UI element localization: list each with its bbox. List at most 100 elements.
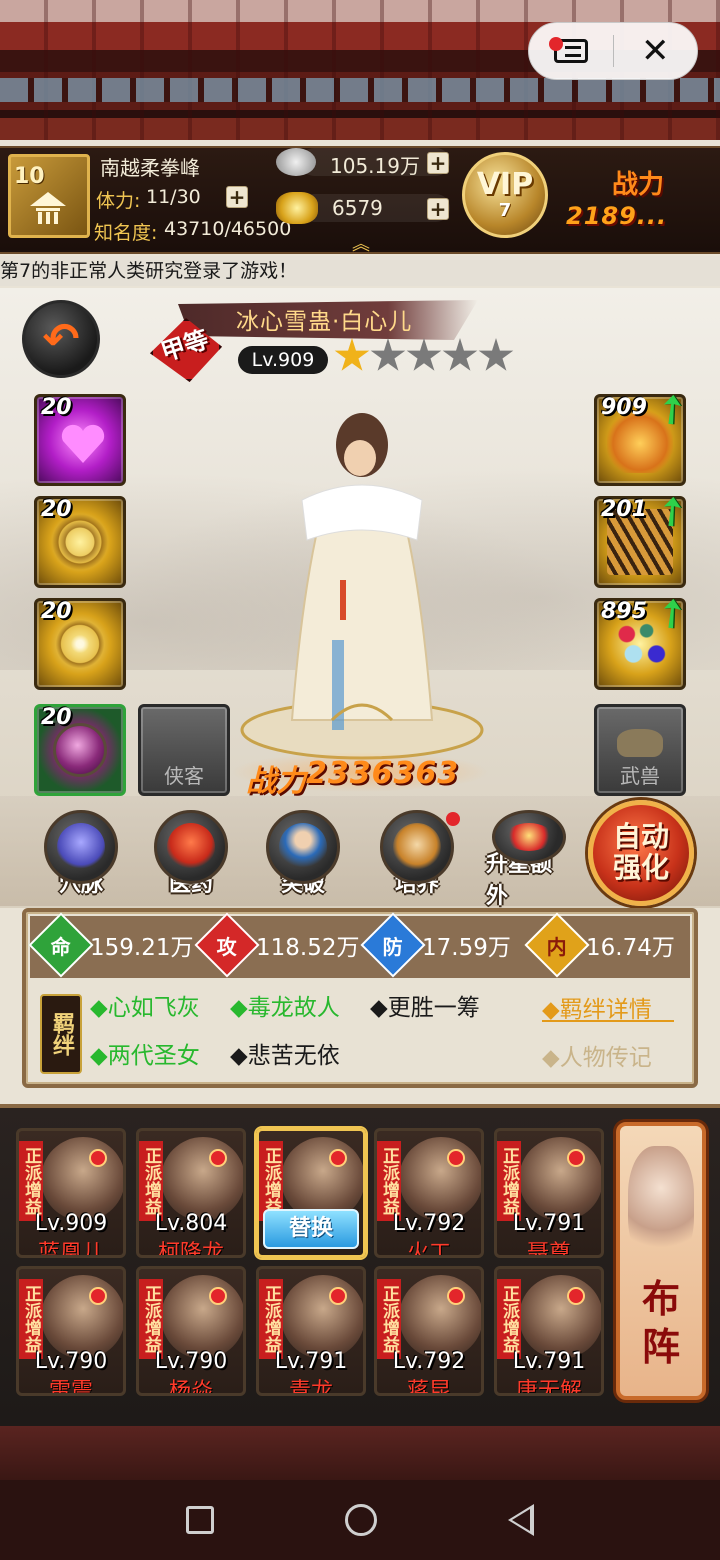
- chevron-up-icon[interactable]: ︽: [352, 230, 370, 256]
- defense-value: 17.59万: [422, 935, 511, 961]
- skill-level: 20: [41, 497, 72, 522]
- system-broadcast: 第7的非正常人类研究登录了游戏！: [0, 256, 720, 286]
- bond-item: ◆两代圣女: [90, 1043, 200, 1069]
- faction-tag: 正派增益: [497, 1279, 521, 1359]
- item-level: 20: [41, 705, 72, 730]
- hero-portrait: [41, 1275, 123, 1359]
- bond-item: ◆心如飞灰: [90, 995, 200, 1021]
- roster-card[interactable]: 正派增益 Lv.792 火工: [374, 1128, 484, 1258]
- beast-slot-empty[interactable]: 武兽: [594, 704, 686, 796]
- player-name: 南越柔拳峰: [100, 156, 200, 180]
- hero-portrait: [161, 1137, 243, 1221]
- swap-button[interactable]: 替换: [263, 1209, 359, 1249]
- equip-slot-3[interactable]: 895 ➚: [594, 585, 699, 690]
- skill-slot-2[interactable]: 20: [34, 496, 126, 588]
- star-up-icon: [492, 810, 566, 864]
- breakthrough-button[interactable]: 突破: [260, 810, 346, 910]
- roster-card[interactable]: 正派增益 Lv.909 蓝凰儿: [16, 1128, 126, 1258]
- vip-level: 7: [498, 199, 512, 221]
- item-level: 909: [601, 395, 647, 420]
- system-nav-bar: [0, 1480, 720, 1560]
- star-up-button[interactable]: 升星额外: [486, 810, 572, 910]
- hero-character: [240, 413, 484, 760]
- roster-level: Lv.791: [512, 1211, 586, 1236]
- player-level: 10: [14, 164, 45, 189]
- equip-slot-orb[interactable]: 20: [34, 704, 126, 796]
- roster-name: 柯降龙: [157, 1241, 224, 1258]
- notification-dot: [446, 812, 460, 826]
- faction-tag: 正派增益: [139, 1279, 163, 1359]
- power-label-top: 战力: [612, 170, 665, 200]
- gold-amount: 6579: [332, 196, 383, 220]
- bottom-decoration: [0, 1426, 720, 1480]
- close-icon: ✕: [641, 31, 670, 71]
- fame-label: 知名度:: [94, 222, 158, 244]
- meridian-icon: [44, 810, 118, 884]
- star-empty-icon: [406, 338, 442, 371]
- return-arrow-icon: ↶: [42, 313, 80, 365]
- hp-icon: 命: [28, 912, 94, 978]
- roster-card[interactable]: 正派增益 Lv.790 雷震: [16, 1266, 126, 1396]
- home-icon[interactable]: [344, 1504, 377, 1536]
- back-button[interactable]: ↶: [22, 300, 100, 378]
- item-level: 201: [601, 497, 647, 522]
- skill-slot-3[interactable]: 20: [34, 598, 126, 690]
- auto-enhance-line1: 自动: [612, 820, 669, 854]
- gold-ingot-icon: [276, 192, 318, 224]
- bond-detail-link[interactable]: ◆羁绊详情: [542, 990, 652, 1024]
- formation-label: 布阵: [641, 1277, 680, 1369]
- recent-apps-icon[interactable]: [185, 1506, 214, 1534]
- bond-item: ◆毒龙故人: [230, 995, 340, 1021]
- biography-link[interactable]: ◆人物传记: [542, 1038, 652, 1072]
- add-gold-button[interactable]: +: [427, 198, 449, 220]
- faction-tag: 正派增益: [139, 1141, 163, 1221]
- star-empty-icon: [370, 338, 406, 371]
- roster-card[interactable]: 正派增益 Lv.804 柯降龙: [136, 1128, 246, 1258]
- roster-card[interactable]: 正派增益 Lv.790 杨焱: [136, 1266, 246, 1396]
- hero-power: 战力 2336363: [246, 756, 459, 800]
- auto-enhance-line2: 强化: [612, 851, 669, 884]
- roster-card[interactable]: 正派增益 Lv.791 聂尊: [494, 1128, 604, 1258]
- vip-badge[interactable]: VIP 7: [462, 152, 548, 238]
- star-empty-icon: [478, 338, 514, 371]
- notification-dot: [89, 1149, 107, 1167]
- close-button[interactable]: ✕: [614, 23, 698, 79]
- notification-dot: [549, 37, 563, 51]
- add-stamina-button[interactable]: +: [226, 186, 248, 208]
- hero-portrait: [519, 1137, 601, 1221]
- auto-enhance-button[interactable]: 自动 强化: [588, 800, 694, 906]
- notification-dot: [209, 1149, 227, 1167]
- faction-tag: 正派增益: [377, 1141, 401, 1221]
- partner-slot-empty[interactable]: 侠客: [138, 704, 230, 796]
- training-scroll-icon: [380, 810, 454, 884]
- hero-power-label: 战力: [246, 764, 306, 799]
- notification-dot: [209, 1287, 227, 1305]
- notification-dot: [447, 1149, 465, 1167]
- add-silver-button[interactable]: +: [427, 152, 449, 174]
- roster-level: Lv.792: [392, 1349, 466, 1374]
- medicine-button[interactable]: 医药: [148, 810, 234, 910]
- stamina-value: 11/30: [146, 186, 201, 208]
- roster-name: 火工: [406, 1241, 451, 1258]
- equip-slot-2[interactable]: 201 ➚: [594, 483, 699, 588]
- skill-slot-1[interactable]: 20: [34, 394, 126, 486]
- training-button[interactable]: 培养: [374, 810, 460, 910]
- stat-internal: 内 16.74万: [524, 912, 675, 978]
- medicine-icon: [154, 810, 228, 884]
- back-icon[interactable]: [508, 1504, 535, 1536]
- menu-button[interactable]: [529, 23, 613, 79]
- roster-name: 青龙: [288, 1379, 333, 1396]
- roster-card[interactable]: 正派增益 替换: [256, 1128, 366, 1258]
- formation-portrait: [628, 1146, 694, 1266]
- roster-name: 杨焱: [168, 1379, 213, 1396]
- notification-dot: [567, 1287, 585, 1305]
- roster-card[interactable]: 正派增益 Lv.791 青龙: [256, 1266, 366, 1396]
- meridian-button[interactable]: 穴脉: [38, 810, 124, 910]
- roster-card[interactable]: 正派增益 Lv.792 蒋昆: [374, 1266, 484, 1396]
- hp-value: 159.21万: [90, 935, 194, 961]
- roster-card[interactable]: 正派增益 Lv.791 唐无解: [494, 1266, 604, 1396]
- stat-defense: 防 17.59万: [360, 912, 511, 978]
- roster-name: 唐无解: [515, 1379, 582, 1396]
- hero-name: 冰心雪蛊·白心儿: [236, 309, 413, 335]
- equip-slot-1[interactable]: 909 ➚: [594, 381, 699, 486]
